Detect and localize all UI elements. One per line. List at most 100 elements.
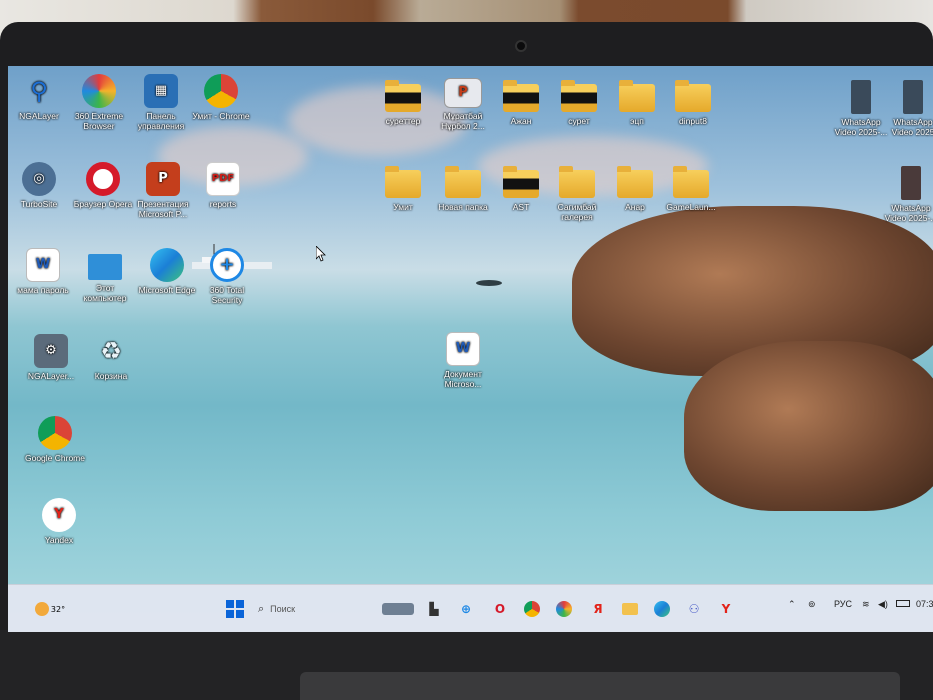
- weather-widget[interactable]: 32°: [30, 597, 70, 621]
- taskbar-edge[interactable]: [652, 597, 672, 621]
- video-icon: [851, 80, 871, 114]
- word-icon: W: [26, 248, 60, 282]
- desktop-folder-sagimbay[interactable]: Сагимбай галерея: [546, 164, 608, 222]
- icon-label: WhatsApp Video 2025: [891, 117, 933, 137]
- start-button[interactable]: [224, 597, 246, 621]
- icon-label: эцп: [630, 116, 644, 126]
- taskbar-file-explorer[interactable]: [620, 597, 640, 621]
- desktop-folder-umit[interactable]: Умит: [372, 164, 434, 212]
- desktop-file-whatsapp-video-2[interactable]: WhatsApp Video 2025: [882, 80, 933, 137]
- taskbar-opera[interactable]: O: [490, 597, 510, 621]
- desktop-file-word-doc[interactable]: W Документ Microso...: [432, 332, 494, 389]
- windows-icon: [226, 600, 244, 618]
- search-icon: ⌕: [258, 602, 265, 615]
- webcam: [515, 40, 527, 52]
- desktop-folder-gamelauncher[interactable]: GameLaun...: [660, 164, 722, 212]
- desktop-icon-google-chrome[interactable]: Google Chrome: [24, 416, 86, 463]
- icon-label: Ажан: [510, 116, 532, 126]
- icon-label: сурет: [568, 116, 590, 126]
- 360-browser-icon: [82, 74, 116, 108]
- desktop-icon-turbosite[interactable]: ◎ TurboSite: [8, 162, 70, 209]
- chevron-up-icon: ⌃: [788, 599, 796, 609]
- folder-icon: [617, 166, 653, 198]
- taskbar-teams[interactable]: ⚇: [684, 597, 704, 621]
- pdf-icon: PDF: [206, 162, 240, 196]
- battery-status[interactable]: [896, 599, 910, 609]
- desktop-icon-ngalayer[interactable]: ⚲ NGALayer: [8, 74, 70, 121]
- desktop-icon-mama-parol[interactable]: W мама пароль: [12, 248, 74, 295]
- desktop-folder-suretter[interactable]: суреттер: [372, 78, 434, 126]
- 360-security-icon: +: [210, 248, 244, 282]
- desktop-folder-anar[interactable]: Анар: [604, 164, 666, 212]
- folder-icon: [561, 80, 597, 112]
- powerpoint-icon: P: [146, 162, 180, 196]
- desktop-file-muratbay[interactable]: P Мұратбай Нұрбол 2...: [432, 78, 494, 131]
- icon-label: 360 Total Security: [209, 285, 245, 305]
- taskbar-search[interactable]: ⌕ Поиск: [258, 597, 368, 621]
- search-placeholder: Поиск: [270, 604, 296, 614]
- taskbar-360-security[interactable]: ⊕: [456, 597, 476, 621]
- sun-icon: [34, 602, 49, 616]
- desktop-icon-ngalayer-installer[interactable]: ⚙ NGALayer...: [20, 334, 82, 381]
- taskbar-yandex-browser[interactable]: Y: [716, 597, 736, 621]
- icon-label: Презентация Microsoft P...: [137, 199, 189, 219]
- video-icon: [901, 166, 921, 200]
- icon-label: мама пароль: [17, 285, 69, 295]
- desktop-icon-360-browser[interactable]: 360 Extreme Browser: [68, 74, 130, 131]
- control-panel-icon: ▦: [144, 74, 178, 108]
- taskbar-360-browser[interactable]: [554, 597, 574, 621]
- taskbar-yandex[interactable]: Я: [588, 597, 608, 621]
- desktop-icon-umit-chrome[interactable]: Умит - Chrome: [190, 74, 252, 121]
- chrome-icon: [38, 416, 72, 450]
- desktop-icon-recycle-bin[interactable]: ♻ Корзина: [80, 334, 142, 381]
- desktop-icon-reports[interactable]: PDF reports: [192, 162, 254, 209]
- icon-label: Сагимбай галерея: [557, 202, 597, 222]
- clock[interactable]: 07:3: [916, 599, 933, 609]
- desktop-icon-powerpoint[interactable]: P Презентация Microsoft P...: [132, 162, 194, 219]
- desktop-folder-ecp[interactable]: эцп: [606, 78, 668, 126]
- folder-icon: [675, 80, 711, 112]
- opera-icon: [86, 162, 120, 196]
- yandex-icon: Я: [593, 602, 603, 616]
- desktop-folder-suret[interactable]: сурет: [548, 78, 610, 126]
- desktop-folder-azhan[interactable]: Ажан: [490, 78, 552, 126]
- ppt-file-icon: P: [444, 78, 482, 108]
- desktop-icon-edge[interactable]: Microsoft Edge: [136, 248, 198, 295]
- desktop-icon-control-panel[interactable]: ▦ Панель управления: [130, 74, 192, 131]
- icon-label: WhatsApp Video 2025-...: [834, 117, 888, 137]
- chrome-icon: [524, 601, 540, 617]
- tray-overflow[interactable]: ⌃: [788, 599, 796, 610]
- icon-label: AST: [512, 202, 530, 212]
- icon-label: NGALayer...: [27, 371, 75, 381]
- teams-icon: ⚇: [688, 602, 700, 616]
- mouse-cursor: [316, 246, 326, 262]
- language-indicator[interactable]: РУС: [834, 599, 852, 609]
- edge-icon: [654, 601, 670, 617]
- folder-icon: [445, 166, 481, 198]
- taskbar-app-widget[interactable]: [380, 597, 416, 621]
- folder-icon: [503, 166, 539, 198]
- yandex-icon: Y: [42, 498, 76, 532]
- taskbar-chrome[interactable]: [522, 597, 542, 621]
- desktop-icon-this-pc[interactable]: Этот компьютер: [74, 248, 136, 303]
- chrome-profile-icon: [204, 74, 238, 108]
- tray-app[interactable]: ⊚: [808, 599, 816, 610]
- taskbar-task-view[interactable]: ▙: [424, 597, 444, 621]
- folder-icon: [622, 603, 638, 615]
- icon-label: Новая папка: [438, 202, 488, 212]
- desktop-folder-dinput8[interactable]: dinput8: [662, 78, 724, 126]
- video-icon: [903, 80, 923, 114]
- icon-label: Умит - Chrome: [192, 111, 250, 121]
- desktop-folder-ast[interactable]: AST: [490, 164, 552, 212]
- desktop-file-whatsapp-video-3[interactable]: WhatsApp Video 2025-...: [880, 166, 933, 223]
- volume-status[interactable]: ◀): [878, 599, 888, 610]
- desktop-folder-new[interactable]: Новая папка: [432, 164, 494, 212]
- desktop-icon-yandex[interactable]: Y Yandex: [28, 498, 90, 545]
- desktop-icon-360-security[interactable]: + 360 Total Security: [196, 248, 258, 305]
- task-view-icon: ▙: [429, 602, 439, 616]
- icon-label: Microsoft Edge: [138, 285, 196, 295]
- desktop-screen: ⚲ NGALayer 360 Extreme Browser ▦ Панель …: [8, 66, 933, 632]
- wifi-status[interactable]: ≋: [862, 599, 870, 610]
- desktop-icon-opera[interactable]: Браузер Opera: [72, 162, 134, 209]
- battery-icon: [896, 600, 910, 607]
